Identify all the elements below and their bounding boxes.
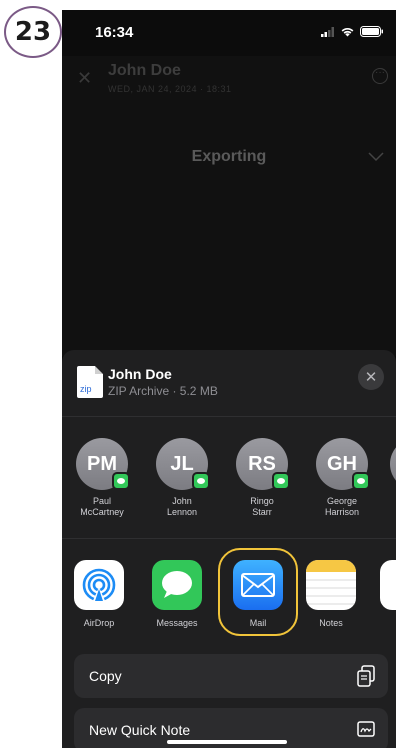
background-more-icon <box>372 67 388 84</box>
messages-badge-icon <box>112 472 130 490</box>
quick-note-icon <box>357 721 375 737</box>
messages-badge-icon <box>352 472 370 490</box>
zip-file-icon: zip <box>77 366 103 398</box>
app-mail[interactable]: Mail <box>223 560 293 628</box>
contact-name: Ringo Starr <box>250 496 274 517</box>
app-notes[interactable]: Notes <box>296 560 366 628</box>
cellular-signal-icon <box>321 26 334 37</box>
close-icon: ✕ <box>364 369 378 386</box>
quick-note-label: New Quick Note <box>89 722 191 738</box>
copy-label: Copy <box>89 668 122 684</box>
background-subtitle: WED, JAN 24, 2024 · 18:31 <box>108 84 232 94</box>
contact-ringo-starr[interactable]: RS Ringo Starr <box>222 438 302 518</box>
notes-icon <box>306 560 356 610</box>
avatar: RS <box>236 438 290 490</box>
messages-badge-icon <box>192 472 210 490</box>
home-indicator[interactable] <box>167 740 287 744</box>
contacts-row: PM Paul McCartney JL John Lennon RS Ring… <box>62 438 396 528</box>
messages-icon <box>152 560 202 610</box>
contact-john-lennon[interactable]: JL John Lennon <box>142 438 222 518</box>
exporting-label: Exporting <box>191 148 267 165</box>
airdrop-icon <box>74 560 124 610</box>
background-app-view: ✕ John Doe WED, JAN 24, 2024 · 18:31 Exp… <box>62 56 396 356</box>
app-partial[interactable] <box>380 560 396 610</box>
app-airdrop[interactable]: AirDrop <box>64 560 134 628</box>
close-button[interactable]: ✕ <box>358 364 384 390</box>
avatar: PM <box>76 438 130 490</box>
contact-name: John Lennon <box>166 496 198 517</box>
copy-icon <box>357 665 375 687</box>
shared-file-header: zip John Doe ZIP Archive · 5.2 MB ✕ <box>62 350 396 416</box>
mail-icon <box>233 560 283 610</box>
phone-screen: 16:34 ✕ John Doe WED, JAN 24, 2024 · 18:… <box>62 10 396 748</box>
avatar: JL <box>156 438 210 490</box>
contact-partial[interactable] <box>376 438 396 490</box>
apps-row: AirDrop Messages Mail Notes <box>62 548 396 638</box>
status-time: 16:34 <box>95 24 134 41</box>
contact-name: Paul McCartney <box>80 496 124 517</box>
status-bar: 16:34 <box>62 10 396 56</box>
avatar: GH <box>316 438 370 490</box>
partial-app-icon <box>380 560 396 610</box>
status-icons <box>321 26 384 37</box>
messages-badge-icon <box>272 472 290 490</box>
contact-name: George Harrison <box>324 496 359 517</box>
wifi-icon <box>341 27 354 37</box>
background-close-icon: ✕ <box>77 68 93 88</box>
contact-george-harrison[interactable]: GH George Harrison <box>302 438 382 518</box>
avatar <box>390 438 396 490</box>
background-title: John Doe <box>108 62 181 79</box>
divider <box>62 416 396 417</box>
contact-paul-mccartney[interactable]: PM Paul McCartney <box>62 438 142 518</box>
step-number-badge: 23 <box>4 6 62 58</box>
divider <box>62 538 396 539</box>
chevron-down-icon <box>368 152 384 162</box>
share-sheet: zip John Doe ZIP Archive · 5.2 MB ✕ PM P… <box>62 350 396 748</box>
battery-icon <box>360 26 383 37</box>
file-meta: ZIP Archive · 5.2 MB <box>108 384 218 398</box>
copy-action[interactable]: Copy <box>74 654 388 698</box>
file-name: John Doe <box>108 366 172 382</box>
app-messages[interactable]: Messages <box>142 560 212 628</box>
